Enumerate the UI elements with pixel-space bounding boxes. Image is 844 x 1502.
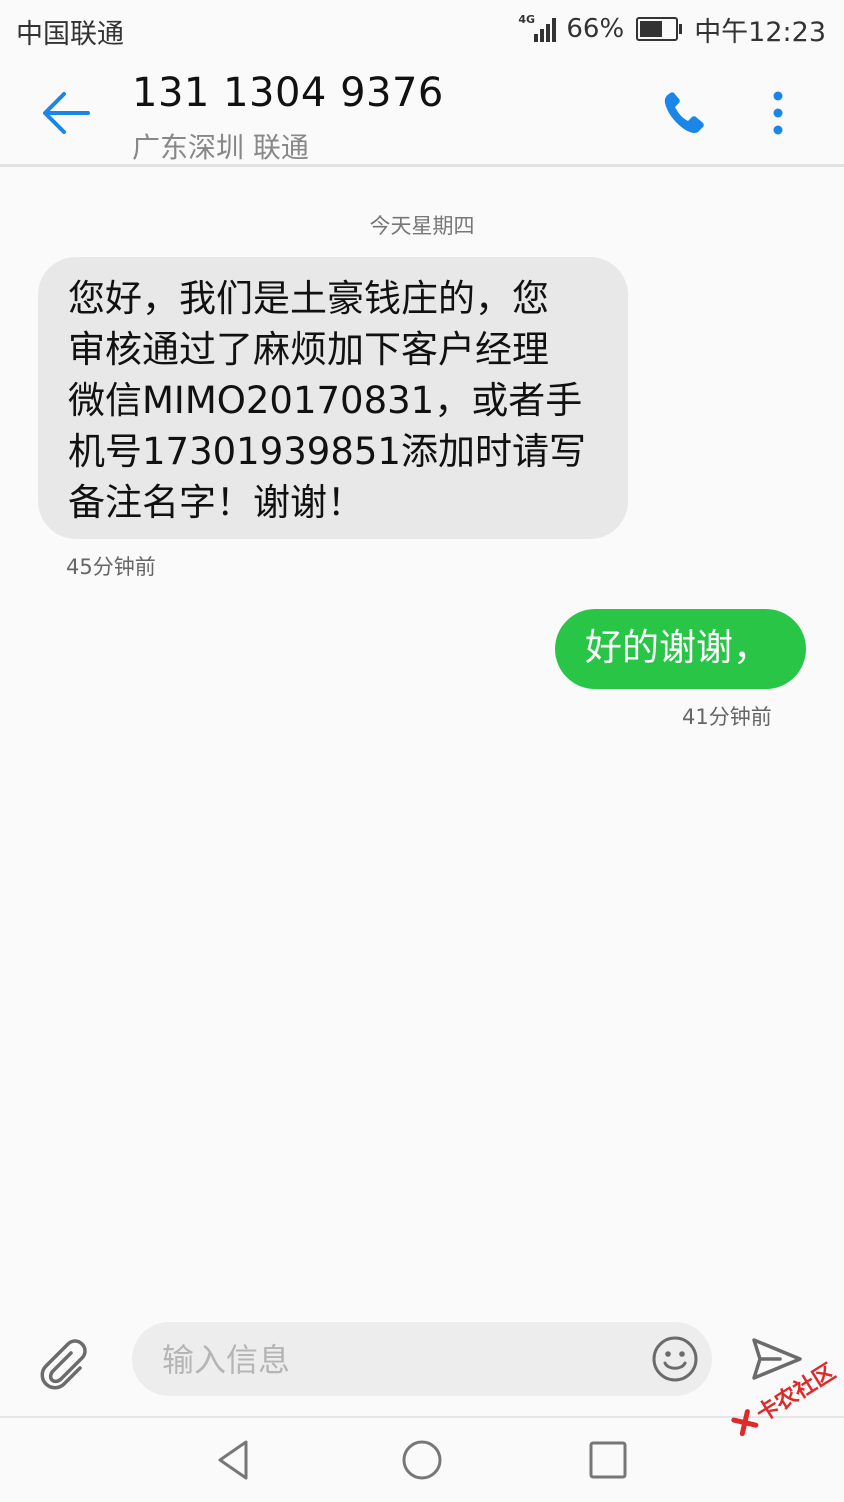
network-type-label: 4G — [518, 13, 536, 26]
nav-recent-icon[interactable] — [588, 1440, 628, 1480]
phone-icon[interactable] — [660, 88, 710, 138]
message-line: 微信MIMO20170831，或者手 — [68, 379, 583, 422]
message-composer — [0, 1300, 844, 1416]
battery-percent: 66% — [566, 14, 625, 44]
contact-number: 131 1304 9376 — [132, 70, 444, 116]
paperclip-icon[interactable] — [40, 1338, 92, 1390]
nav-home-icon[interactable] — [400, 1438, 444, 1482]
status-time: 中午12:23 — [694, 16, 826, 48]
battery-icon — [636, 17, 683, 41]
message-timestamp: 41分钟前 — [682, 705, 772, 729]
status-indicators: 4G 66% 中午12:23 — [518, 10, 826, 48]
message-text: 好的谢谢， — [585, 626, 770, 669]
status-bar: 中国联通 4G 66% 中午12:23 — [0, 0, 844, 58]
more-vertical-icon[interactable] — [760, 88, 796, 138]
conversation-header: 131 1304 9376 广东深圳 联通 — [0, 58, 844, 167]
message-input[interactable] — [160, 1332, 614, 1388]
nav-back-icon[interactable] — [212, 1438, 256, 1482]
message-line: 机号17301939851添加时请写 — [68, 430, 586, 473]
back-arrow-icon[interactable] — [38, 88, 94, 138]
message-input-container[interactable] — [132, 1322, 712, 1396]
message-line: 备注名字！谢谢！ — [68, 481, 364, 524]
message-line: 您好，我们是土豪钱庄的，您 — [68, 277, 549, 320]
contact-location: 广东深圳 联通 — [132, 131, 309, 164]
navigation-bar — [0, 1416, 844, 1502]
signal-icon: 4G — [518, 14, 558, 44]
outgoing-message-bubble[interactable]: 好的谢谢， — [555, 609, 806, 689]
message-timestamp: 45分钟前 — [66, 555, 156, 579]
incoming-message-bubble[interactable]: 您好，我们是土豪钱庄的，您 审核通过了麻烦加下客户经理 微信MIMO201708… — [38, 257, 628, 539]
carrier-name: 中国联通 — [16, 19, 124, 50]
message-line: 审核通过了麻烦加下客户经理 — [68, 328, 549, 371]
emoji-icon[interactable] — [651, 1335, 699, 1383]
date-separator: 今天星期四 — [369, 214, 475, 238]
